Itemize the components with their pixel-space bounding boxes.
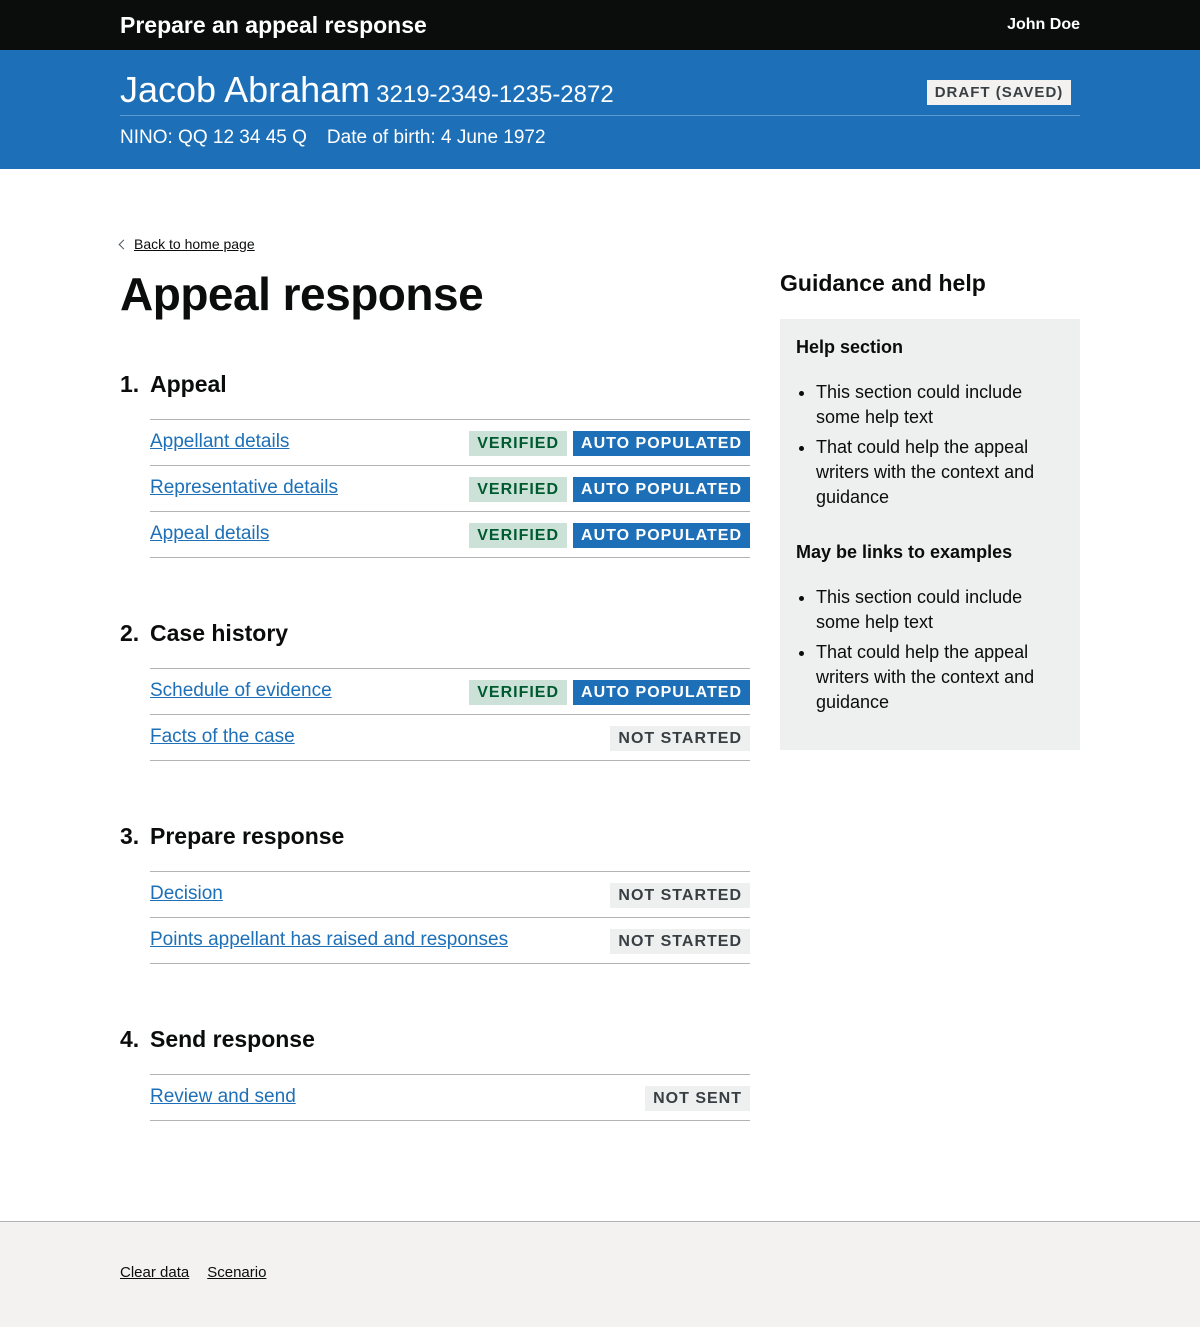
section-number: 1. (120, 371, 140, 397)
auto-populated-tag: AUTO POPULATED (573, 523, 750, 548)
guidance-subheading: May be links to examples (796, 542, 1013, 562)
not-started-tag: NOT STARTED (610, 883, 750, 908)
section-heading-case-history: 2. Case history (120, 618, 288, 648)
appellant-banner: Jacob Abraham 3219-2349-1235-2872 DRAFT (… (0, 50, 1200, 169)
service-name-link[interactable]: Prepare an appeal response (120, 10, 427, 40)
footer-links: Clear data Scenario (120, 1263, 266, 1283)
task-row-review-and-send: Review and send NOT SENT (150, 1074, 750, 1121)
task-link-appeal-details[interactable]: Appeal details (150, 522, 269, 546)
nino-text: NINO: QQ 12 34 45 Q (120, 127, 307, 148)
section-title: Case history (150, 620, 289, 646)
dob-text: Date of birth: 4 June 1972 (326, 127, 546, 148)
task-link-review-and-send[interactable]: Review and send (150, 1085, 296, 1109)
section-title: Prepare response (150, 823, 345, 849)
verified-tag: VERIFIED (469, 431, 568, 456)
not-started-tag: NOT STARTED (610, 929, 750, 954)
task-link-decision[interactable]: Decision (150, 882, 223, 906)
guidance-list-item: This section could include some help tex… (816, 585, 1066, 635)
site-footer: Clear data Scenario (0, 1221, 1200, 1327)
verified-tag: VERIFIED (469, 477, 568, 502)
guidance-list: This section could include some help tex… (816, 585, 1066, 720)
back-link-label: Back to home page (134, 236, 255, 252)
appellant-meta: NINO: QQ 12 34 45 Q Date of birth: 4 June… (120, 126, 546, 150)
task-link-points-raised[interactable]: Points appellant has raised and response… (150, 928, 508, 952)
banner-divider (120, 115, 1080, 116)
page-title: Appeal response (120, 268, 484, 320)
section-number: 4. (120, 1026, 140, 1052)
task-row-representative-details: Representative details VERIFIED AUTO POP… (150, 465, 750, 511)
guidance-list-item: This section could include some help tex… (816, 380, 1066, 430)
guidance-list-item: That could help the appeal writers with … (816, 435, 1066, 510)
section-heading-send-response: 4. Send response (120, 1024, 315, 1054)
scenario-link[interactable]: Scenario (207, 1263, 266, 1283)
task-row-appellant-details: Appellant details VERIFIED AUTO POPULATE… (150, 419, 750, 465)
auto-populated-tag: AUTO POPULATED (573, 680, 750, 705)
task-link-appellant-details[interactable]: Appellant details (150, 430, 289, 454)
task-row-schedule-of-evidence: Schedule of evidence VERIFIED AUTO POPUL… (150, 668, 750, 714)
chevron-left-icon (118, 239, 129, 250)
section-title: Send response (150, 1026, 315, 1052)
auto-populated-tag: AUTO POPULATED (573, 431, 750, 456)
user-name-link[interactable]: John Doe (1007, 14, 1080, 36)
appeal-reference: 3219-2349-1235-2872 (376, 81, 614, 108)
task-row-points-raised: Points appellant has raised and response… (150, 917, 750, 964)
section-heading-appeal: 1. Appeal (120, 369, 227, 399)
task-link-facts-of-the-case[interactable]: Facts of the case (150, 725, 295, 749)
clear-data-link[interactable]: Clear data (120, 1263, 189, 1283)
task-link-schedule-of-evidence[interactable]: Schedule of evidence (150, 679, 332, 703)
site-header: Prepare an appeal response John Doe (0, 0, 1200, 50)
appellant-heading: Jacob Abraham 3219-2349-1235-2872 (120, 70, 614, 115)
section-number: 2. (120, 620, 140, 646)
guidance-list-item: That could help the appeal writers with … (816, 640, 1066, 715)
not-sent-tag: NOT SENT (645, 1086, 750, 1111)
appellant-name: Jacob Abraham (120, 69, 371, 110)
back-link[interactable]: Back to home page (118, 235, 255, 253)
section-heading-prepare-response: 3. Prepare response (120, 821, 344, 851)
not-started-tag: NOT STARTED (610, 726, 750, 751)
verified-tag: VERIFIED (469, 680, 568, 705)
verified-tag: VERIFIED (469, 523, 568, 548)
guidance-list: This section could include some help tex… (816, 380, 1066, 515)
task-link-representative-details[interactable]: Representative details (150, 476, 338, 500)
auto-populated-tag: AUTO POPULATED (573, 477, 750, 502)
task-row-facts-of-the-case: Facts of the case NOT STARTED (150, 714, 750, 761)
guidance-panel: Help section This section could include … (780, 319, 1080, 750)
task-row-appeal-details: Appeal details VERIFIED AUTO POPULATED (150, 511, 750, 558)
section-title: Appeal (150, 371, 227, 397)
task-row-decision: Decision NOT STARTED (150, 871, 750, 917)
guidance-subheading: Help section (796, 337, 904, 357)
section-number: 3. (120, 823, 140, 849)
guidance-title: Guidance and help (780, 270, 986, 296)
draft-status-badge: DRAFT (SAVED) (927, 80, 1071, 105)
